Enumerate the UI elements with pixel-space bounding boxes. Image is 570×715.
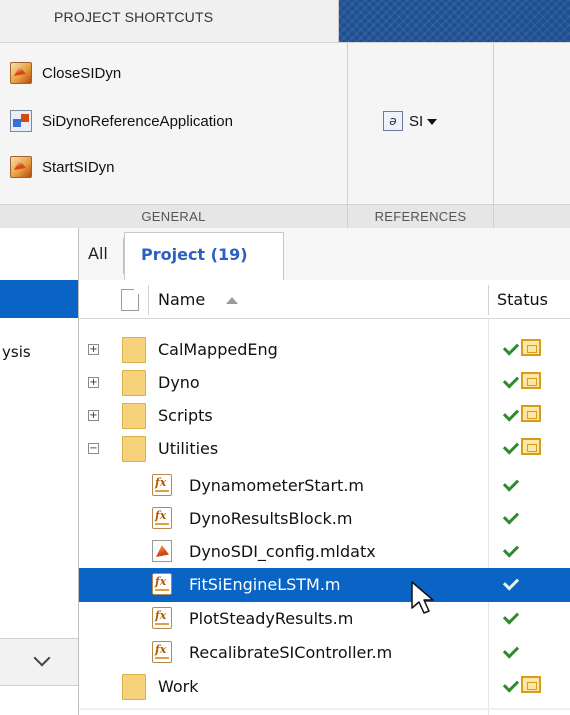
- check-icon: [502, 574, 520, 591]
- check-icon: [502, 339, 520, 356]
- reference-icon: ə: [383, 111, 403, 131]
- tab-project-shortcuts[interactable]: PROJECT SHORTCUTS: [30, 0, 339, 42]
- group-label-general: GENERAL: [0, 204, 347, 229]
- row-name: Work: [158, 677, 199, 696]
- expand-icon[interactable]: +: [88, 344, 99, 355]
- project-folder-status-icon: [521, 339, 541, 356]
- shortcut-label: CloseSIDyn: [42, 64, 122, 82]
- reference-si-button[interactable]: ə SI: [383, 106, 438, 136]
- m-file-icon: [152, 641, 172, 663]
- row-name: CalMappedEng: [158, 340, 278, 359]
- mouse-cursor-icon: [411, 581, 434, 614]
- dropdown-caret-icon: [427, 119, 438, 125]
- folder-icon: [122, 337, 146, 363]
- tab-project-shortcuts-label: PROJECT SHORTCUTS: [54, 9, 214, 25]
- matlab-icon: [10, 156, 32, 178]
- table-row[interactable]: + Scripts: [79, 399, 570, 433]
- project-folder-status-icon: [521, 405, 541, 422]
- check-icon: [502, 475, 520, 492]
- check-icon: [502, 508, 520, 525]
- shortcut-startsidyn[interactable]: StartSIDyn: [10, 152, 115, 182]
- table-row[interactable]: RecalibrateSIController.m: [79, 636, 570, 670]
- folder-icon: [122, 436, 146, 462]
- project-folder-status-icon: [521, 438, 541, 455]
- check-icon: [502, 405, 520, 422]
- check-icon: [502, 541, 520, 558]
- project-folder-status-icon: [521, 372, 541, 389]
- header-separator: [148, 285, 149, 315]
- collapse-icon[interactable]: −: [88, 443, 99, 454]
- row-name: Utilities: [158, 439, 219, 458]
- check-icon: [502, 642, 520, 659]
- table-row[interactable]: PlotSteadyResults.m: [79, 602, 570, 636]
- group-label-empty: [494, 204, 570, 229]
- column-header-status[interactable]: Status: [497, 290, 548, 309]
- tab-all[interactable]: All: [88, 244, 108, 263]
- group-label-references: REFERENCES: [348, 204, 493, 229]
- shortcut-label: StartSIDyn: [42, 158, 115, 176]
- left-panel-item-label[interactable]: ysis: [2, 343, 31, 361]
- expand-icon[interactable]: +: [88, 377, 99, 388]
- table-row[interactable]: DynamometerStart.m: [79, 469, 570, 503]
- ribbon-tab-strip: [338, 0, 570, 42]
- table-row[interactable]: + Dyno: [79, 366, 570, 400]
- check-icon: [502, 608, 520, 625]
- row-name: DynoResultsBlock.m: [189, 509, 353, 528]
- table-row[interactable]: DynoResultsBlock.m: [79, 502, 570, 536]
- project-folder-status-icon: [521, 676, 541, 693]
- table-row[interactable]: Work: [79, 670, 570, 704]
- column-header-name[interactable]: Name: [158, 290, 205, 309]
- header-separator: [488, 285, 489, 315]
- folder-icon: [122, 403, 146, 429]
- table-row[interactable]: + CalMappedEng: [79, 333, 570, 367]
- shortcut-closesidyn[interactable]: CloseSIDyn: [10, 58, 121, 88]
- reference-label: SI: [409, 112, 424, 130]
- check-icon: [502, 676, 520, 693]
- tab-project[interactable]: Project (19): [124, 232, 284, 281]
- row-name: Dyno: [158, 373, 200, 392]
- row-name: DynoSDI_config.mldatx: [189, 542, 376, 561]
- m-file-icon: [152, 573, 172, 595]
- m-file-icon: [152, 607, 172, 629]
- left-panel-selected-item[interactable]: [0, 280, 78, 318]
- table-row[interactable]: − Utilities: [79, 432, 570, 466]
- simulink-icon: [10, 110, 32, 132]
- check-icon: [502, 372, 520, 389]
- file-type-column-icon: [121, 289, 139, 311]
- m-file-icon: [152, 474, 172, 496]
- shortcut-sidynoreferenceapplication[interactable]: SiDynoReferenceApplication: [10, 106, 233, 136]
- table-row-selected[interactable]: FitSiEngineLSTM.m: [79, 568, 570, 602]
- table-bottom-border: [79, 708, 570, 710]
- row-name: PlotSteadyResults.m: [189, 609, 354, 628]
- row-name: FitSiEngineLSTM.m: [189, 575, 341, 594]
- folder-icon: [122, 674, 146, 700]
- sort-ascending-icon[interactable]: [226, 297, 238, 304]
- row-name: DynamometerStart.m: [189, 476, 364, 495]
- check-icon: [502, 438, 520, 455]
- table-row[interactable]: DynoSDI_config.mldatx: [79, 535, 570, 569]
- tab-project-label: Project (19): [141, 245, 248, 264]
- folder-icon: [122, 370, 146, 396]
- expand-icon[interactable]: +: [88, 410, 99, 421]
- group-divider: [493, 42, 494, 228]
- shortcut-label: SiDynoReferenceApplication: [42, 112, 233, 130]
- m-file-icon: [152, 507, 172, 529]
- group-divider: [347, 42, 348, 228]
- matlab-icon: [10, 62, 32, 84]
- row-name: RecalibrateSIController.m: [189, 643, 393, 662]
- row-name: Scripts: [158, 406, 213, 425]
- mldatx-file-icon: [152, 540, 172, 562]
